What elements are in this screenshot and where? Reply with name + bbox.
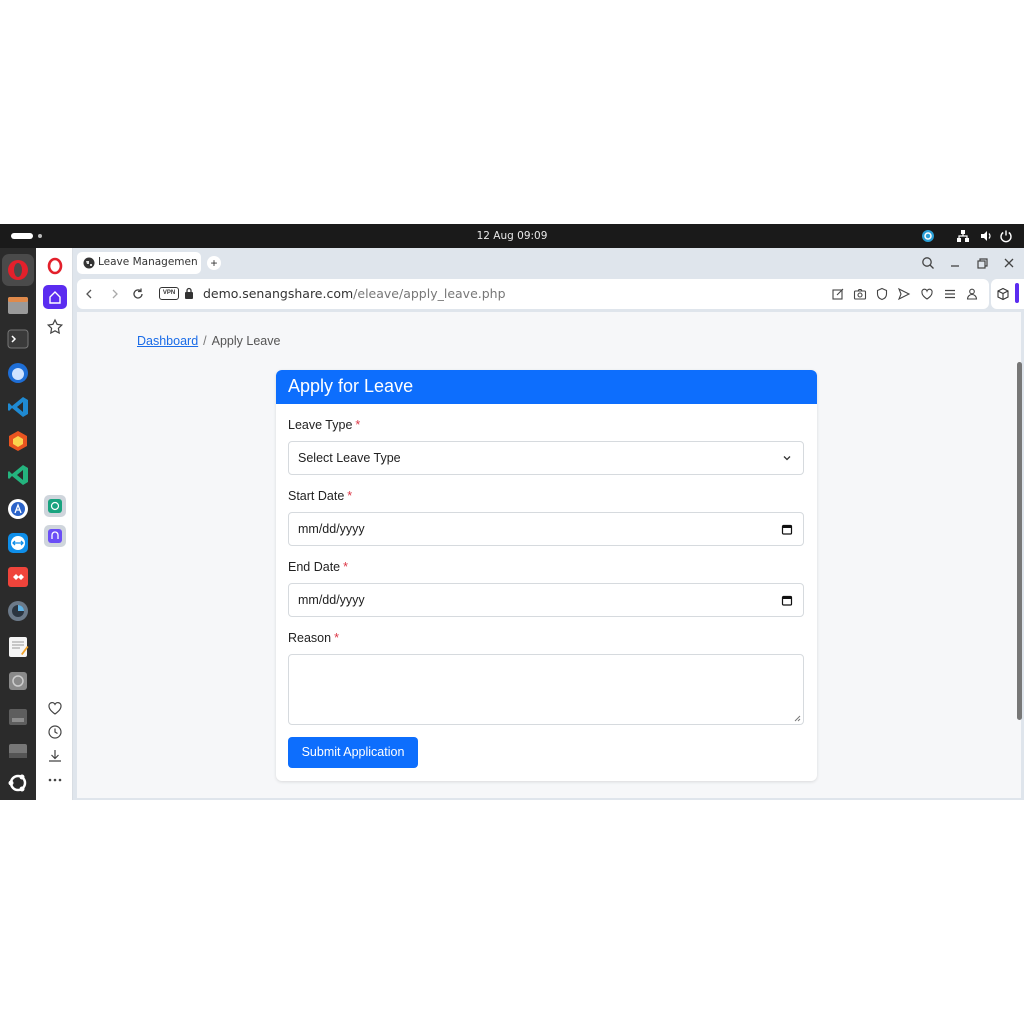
easy-setup-icon[interactable] [943, 287, 957, 301]
end-date-label-text: End Date [288, 560, 341, 574]
star-icon[interactable] [45, 317, 65, 337]
back-icon[interactable] [81, 286, 97, 302]
vscode-insiders-icon[interactable] [7, 464, 29, 486]
reason-textarea[interactable] [288, 654, 804, 725]
globe-icon [83, 257, 95, 269]
tab-leave-management[interactable]: Leave Management [77, 252, 201, 274]
application-dock [0, 248, 36, 800]
tab-title: Leave Management [98, 256, 198, 268]
end-date-label: End Date * [288, 560, 348, 574]
minimize-icon[interactable] [947, 255, 963, 271]
sidebar-toggle-indicator[interactable] [1015, 283, 1019, 303]
breadcrumb-separator: / [203, 334, 207, 348]
opera-menu-icon[interactable] [45, 256, 65, 276]
bookmark-heart-icon[interactable] [920, 287, 934, 301]
start-date-label: Start Date * [288, 489, 352, 503]
end-date-input[interactable]: mm/dd/yyyy [288, 583, 804, 617]
edit-icon[interactable] [831, 287, 845, 301]
shield-icon[interactable] [875, 287, 889, 301]
breadcrumb-dashboard-link[interactable]: Dashboard [137, 334, 198, 348]
text-editor-icon[interactable] [7, 636, 29, 658]
aria-icon [48, 529, 62, 543]
ubuntu-icon[interactable] [7, 772, 29, 794]
ssd-icon[interactable] [7, 706, 29, 728]
system-top-bar: 12 Aug 09:09 [0, 224, 1024, 248]
reload-icon[interactable] [130, 286, 146, 302]
leave-type-select[interactable]: Select Leave Type [288, 441, 804, 475]
app-store-icon[interactable] [7, 498, 29, 520]
start-date-input[interactable]: mm/dd/yyyy [288, 512, 804, 546]
drive-icon[interactable] [7, 740, 29, 762]
leave-type-value: Select Leave Type [298, 451, 401, 465]
required-mark: * [355, 418, 361, 432]
apply-leave-card: Apply for Leave Leave Type * Select Leave… [276, 370, 817, 781]
tab-strip: Leave Management + [73, 248, 1024, 278]
teamviewer-icon[interactable] [7, 532, 29, 554]
terminal-icon[interactable] [7, 328, 29, 350]
disk-icon[interactable] [7, 670, 29, 692]
aria-sidebar-button[interactable] [44, 525, 66, 547]
vpn-badge[interactable]: VPN [159, 287, 179, 300]
breadcrumb: Dashboard / Apply Leave [137, 334, 280, 348]
power-icon[interactable] [999, 229, 1013, 243]
required-mark: * [347, 489, 353, 503]
vscode-icon[interactable] [7, 396, 29, 418]
opera-icon[interactable] [7, 259, 29, 281]
camera-icon[interactable] [853, 287, 867, 301]
url-field[interactable]: demo.senangshare.com/eleave/apply_leave.… [203, 286, 506, 301]
page-scrollbar[interactable] [1017, 362, 1022, 720]
chevron-down-icon [783, 456, 791, 461]
calendar-icon[interactable] [781, 523, 793, 535]
url-path: /eleave/apply_leave.php [353, 286, 506, 301]
resize-handle-icon[interactable] [794, 715, 801, 722]
lock-icon[interactable] [184, 287, 194, 299]
reason-label: Reason * [288, 631, 339, 645]
close-icon[interactable] [1001, 255, 1017, 271]
speed-dial-button[interactable] [43, 285, 67, 309]
desktop-screen: 12 Aug 09:09 Leave Management + VPN demo… [0, 224, 1024, 800]
start-date-label-text: Start Date [288, 489, 345, 503]
card-title: Apply for Leave [276, 370, 817, 404]
history-icon[interactable] [45, 722, 65, 742]
calendar-icon[interactable] [781, 594, 793, 606]
leave-type-label-text: Leave Type [288, 418, 353, 432]
heart-icon[interactable] [45, 698, 65, 718]
restore-icon[interactable] [974, 255, 990, 271]
search-tabs-icon[interactable] [920, 255, 936, 271]
files-icon[interactable] [7, 294, 29, 316]
system-clock[interactable]: 12 Aug 09:09 [0, 230, 1024, 242]
chatgpt-icon [48, 499, 62, 513]
send-icon[interactable] [897, 287, 911, 301]
software-icon[interactable] [7, 430, 29, 452]
extensions-icon[interactable] [996, 287, 1010, 301]
leave-type-label: Leave Type * [288, 418, 360, 432]
start-date-value: mm/dd/yyyy [298, 522, 365, 536]
required-mark: * [343, 560, 348, 574]
download-icon[interactable] [45, 746, 65, 766]
required-mark: * [334, 631, 339, 645]
anydesk-icon[interactable] [7, 566, 29, 588]
update-icon[interactable] [921, 229, 935, 243]
volume-icon[interactable] [979, 229, 993, 243]
opera-sidebar [36, 248, 73, 800]
new-tab-button[interactable]: + [207, 256, 221, 270]
breadcrumb-current: Apply Leave [211, 334, 281, 348]
forward-icon[interactable] [107, 286, 123, 302]
extensions-area [991, 279, 1024, 309]
reason-label-text: Reason [288, 631, 332, 645]
profile-icon[interactable] [965, 287, 979, 301]
more-icon[interactable] [45, 770, 65, 790]
address-bar: VPN demo.senangshare.com/eleave/apply_le… [77, 279, 989, 309]
home-icon [49, 291, 61, 304]
end-date-value: mm/dd/yyyy [298, 593, 365, 607]
web-page: Dashboard / Apply Leave Apply for Leave Le… [77, 312, 1021, 798]
url-host: demo.senangshare.com [203, 286, 354, 301]
network-icon[interactable] [956, 229, 970, 243]
chatgpt-sidebar-button[interactable] [44, 495, 66, 517]
thunderbird-icon[interactable] [7, 362, 29, 384]
disk-usage-icon[interactable] [7, 600, 29, 622]
submit-application-button[interactable]: Submit Application [288, 737, 418, 768]
